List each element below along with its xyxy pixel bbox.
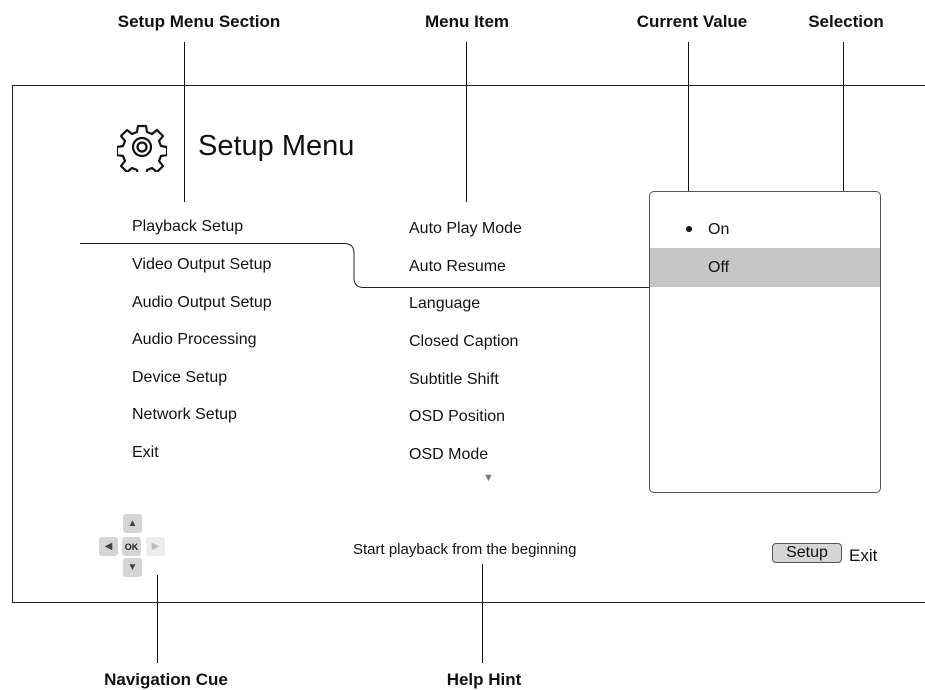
arrow-down-icon[interactable]: ▼ xyxy=(123,558,142,577)
ok-key[interactable]: OK xyxy=(122,537,141,556)
arrow-right-icon[interactable]: ▶ xyxy=(146,537,165,556)
option-on[interactable]: On xyxy=(650,210,880,249)
arrow-left-icon[interactable]: ◀ xyxy=(99,537,118,556)
setup-key[interactable]: Setup xyxy=(772,543,842,563)
current-value-dot xyxy=(686,226,692,232)
value-panel: On Off xyxy=(649,191,881,493)
arrow-up-icon[interactable]: ▲ xyxy=(123,514,142,533)
option-off[interactable]: Off xyxy=(650,248,880,287)
help-hint: Start playback from the beginning xyxy=(353,541,577,558)
option-off-label: Off xyxy=(708,259,730,276)
exit-label: Exit xyxy=(849,546,878,565)
option-on-label: On xyxy=(708,221,730,238)
